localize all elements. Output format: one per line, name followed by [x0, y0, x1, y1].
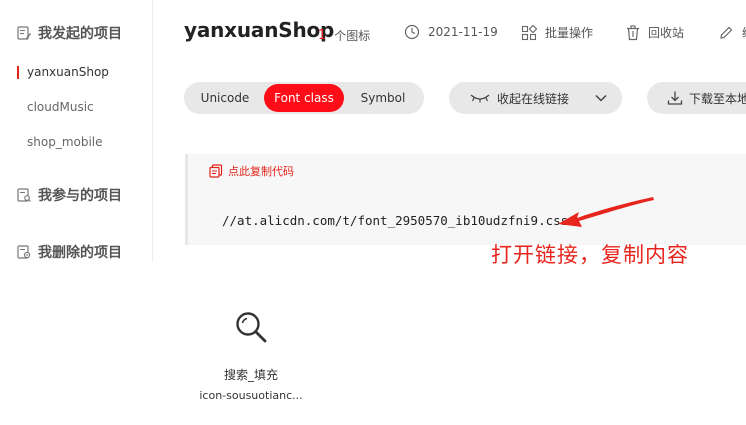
recycle-bin-button[interactable]: 回收站 [626, 24, 684, 41]
sidebar-item-shop-mobile[interactable]: shop_mobile [27, 135, 103, 149]
copy-code-label: 点此复制代码 [228, 165, 294, 178]
batch-operation-button[interactable]: 批量操作 [521, 24, 593, 41]
tab-symbol[interactable]: Symbol [344, 84, 422, 112]
sidebar-item-cloudmusic[interactable]: cloudMusic [27, 100, 94, 114]
copy-code-button[interactable]: 点此复制代码 [209, 163, 294, 179]
copy-icon [209, 164, 223, 178]
edit-label: 编 [742, 24, 746, 41]
download-label: 下载至本地 [689, 91, 746, 106]
date-label: 2021-11-19 [428, 25, 498, 39]
project-title: yanxuanShop [184, 18, 335, 42]
tab-unicode[interactable]: Unicode [186, 84, 264, 112]
created-date: 2021-11-19 [404, 24, 498, 40]
eye-closed-icon [470, 94, 490, 103]
sidebar: 我发起的项目 yanxuanShop cloudMusic shop_mobil… [0, 0, 153, 262]
format-tabs: Unicode Font class Symbol [184, 82, 424, 114]
icon-code: icon-sousuotianc... [199, 389, 303, 402]
pencil-icon [720, 26, 733, 39]
active-indicator [17, 66, 19, 79]
joined-projects-header[interactable]: 我参与的项目 [16, 185, 122, 205]
icon-count: 1 个图标 [318, 27, 370, 44]
icon-name: 搜索_填充 [223, 368, 278, 382]
download-icon [667, 91, 683, 105]
batch-operation-label: 批量操作 [545, 26, 594, 40]
document-search-icon [17, 188, 31, 202]
annotation-arrow [558, 197, 654, 227]
sidebar-item-yanxuanshop[interactable]: yanxuanShop [17, 65, 109, 79]
download-local-button[interactable]: 下载至本地 [647, 82, 746, 114]
trash-icon [627, 24, 639, 40]
icon-count-unit: 个图标 [334, 29, 371, 43]
icon-card[interactable]: 搜索_填充 icon-sousuotianc... [196, 310, 306, 402]
recycle-bin-label: 回收站 [648, 26, 685, 40]
edit-project-button[interactable]: 编 [718, 24, 746, 41]
joined-projects-label: 我参与的项目 [38, 188, 122, 204]
search-icon [236, 312, 267, 343]
collapse-online-link-label: 收起在线链接 [497, 91, 570, 106]
chevron-down-icon [595, 94, 607, 102]
annotation-text: 打开链接，复制内容 [491, 243, 689, 267]
my-projects-label: 我发起的项目 [38, 26, 122, 42]
icon-count-number: 1 [318, 28, 327, 43]
tab-font-class[interactable]: Font class [264, 84, 344, 112]
clock-icon [404, 24, 420, 40]
document-delete-icon [17, 245, 31, 259]
sidebar-item-label: yanxuanShop [27, 65, 109, 79]
sidebar-item-label: cloudMusic [27, 100, 94, 114]
code-panel: 点此复制代码 //at.alicdn.com/t/font_2950570_ib… [185, 154, 746, 245]
sidebar-item-label: shop_mobile [27, 135, 103, 149]
deleted-projects-label: 我删除的项目 [38, 245, 122, 261]
document-edit-icon [17, 26, 31, 40]
collapse-online-link-button[interactable]: 收起在线链接 [449, 82, 622, 114]
font-css-url[interactable]: //at.alicdn.com/t/font_2950570_ib10udzfn… [222, 213, 568, 228]
deleted-projects-header[interactable]: 我删除的项目 [16, 242, 122, 262]
my-projects-header[interactable]: 我发起的项目 [16, 23, 122, 43]
grid-icon [521, 24, 537, 40]
